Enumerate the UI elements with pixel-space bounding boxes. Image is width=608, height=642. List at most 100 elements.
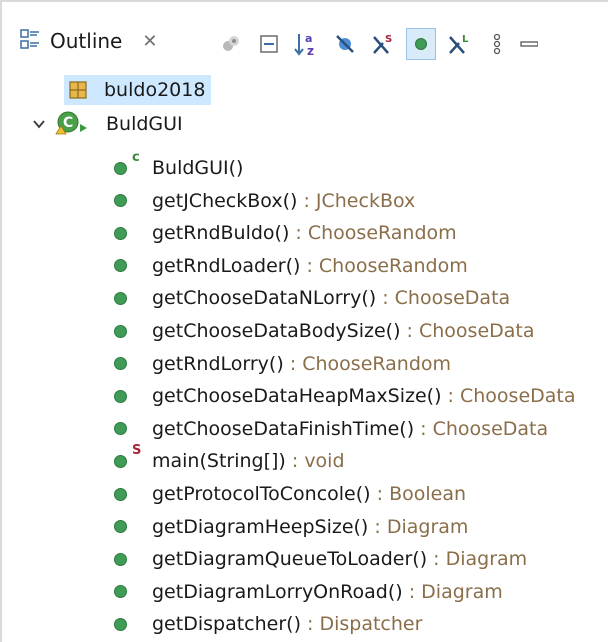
public-method-icon [114,578,152,606]
outline-view-icon [20,28,40,54]
tree-item-method[interactable]: getChooseDataBodySize() : ChooseData [114,317,535,345]
return-type: Boolean [389,483,466,505]
return-type: ChooseData [394,287,511,310]
tree-item-method[interactable]: getChooseDataFinishTime() : ChooseData [114,415,548,443]
tree-item-method[interactable]: getDispatcher() : Dispatcher [114,610,422,638]
view-menu-button[interactable] [482,28,512,60]
return-type: ChooseData [432,417,549,440]
public-method-icon [114,382,152,410]
return-type: ChooseRandom [307,222,457,245]
minimize-button[interactable] [520,28,538,60]
hide-fields-icon [336,35,354,53]
public-method-icon [114,284,152,312]
minimize-icon [520,41,538,47]
method-dot-icon [114,454,127,468]
package-icon [68,80,88,100]
type-separator: : [441,385,460,408]
method-name: getJCheckBox() [152,189,298,212]
tree-item-method[interactable]: getDiagramQueueToLoader() : Diagram [114,545,527,573]
public-method-icon: c [114,150,152,182]
method-name: getProtocolToConcole() [152,483,371,505]
outline-view: Outline ✕ a z S L buldo2018 C BuldGUI c … [0,0,608,642]
method-name: getDiagramLorryOnRoad() [152,580,403,603]
svg-text:L: L [462,34,469,45]
constructor-badge: c [132,150,140,165]
public-method-icon [114,317,152,345]
method-dot-icon [114,520,127,534]
type-separator: : [289,222,308,245]
tree-item-method[interactable]: getDiagramHeepSize() : Diagram [114,513,468,541]
return-type: ChooseData [459,385,576,408]
method-name: getDiagramQueueToLoader() [152,548,428,571]
tree-item-method[interactable]: getDiagramLorryOnRoad() : Diagram [114,578,503,606]
method-name: getDiagramHeepSize() [152,515,369,538]
return-type: Dispatcher [319,613,423,636]
type-separator: : [300,254,319,277]
method-dot-icon [114,194,127,208]
focus-icon [223,36,239,51]
tab-outline[interactable]: Outline ✕ [20,22,157,60]
public-method-icon [114,480,152,508]
type-separator: : [414,417,433,440]
return-type: void [304,450,345,473]
return-type: Diagram [421,580,503,603]
return-type: Diagram [386,515,469,538]
static-badge: S [132,443,142,459]
hide-static-members-button[interactable]: S [368,28,398,60]
public-method-icon [114,610,152,638]
tree-item-method[interactable]: getRndLorry() : ChooseRandom [114,350,451,378]
svg-text:z: z [307,44,314,57]
return-type: Diagram [445,548,528,571]
type-separator: : [283,352,303,375]
hide-non-public-members-button[interactable] [406,28,436,60]
tree-item-method[interactable]: getChooseDataNLorry() : ChooseData [114,284,510,312]
method-dot-icon [114,259,127,273]
public-method-icon [114,252,152,280]
chevron-down-icon[interactable] [32,117,54,131]
method-dot-icon [114,389,127,403]
tree-item-method[interactable]: getProtocolToConcole() : Boolean [114,480,466,508]
return-type: ChooseData [419,320,535,342]
method-name: BuldGUI() [152,157,244,179]
tree-item-method[interactable]: c BuldGUI() [114,150,244,182]
method-dot-icon [114,422,127,436]
method-dot-icon [114,291,127,305]
tree-item-method[interactable]: getJCheckBox() : JCheckBox [114,187,415,215]
tree-item-package[interactable]: buldo2018 [64,75,212,105]
close-icon[interactable]: ✕ [142,31,157,52]
public-method-icon [114,187,152,215]
type-separator: : [300,613,320,636]
public-method-icon [114,513,152,541]
tree-item-method[interactable]: getRndLoader() : ChooseRandom [114,252,468,280]
method-dot-icon [114,357,127,371]
method-name: getRndBuldo() [152,222,290,245]
hide-fields-button[interactable] [330,28,360,60]
method-dot-icon [114,324,127,338]
method-name: getChooseDataNLorry() [152,287,377,310]
tree-item-method[interactable]: getChooseDataHeapMaxSize() : ChooseData [114,382,576,410]
hide-static-icon: S [373,34,392,54]
view-header: Outline ✕ a z S L [2,2,608,60]
hide-local-types-icon: L [449,34,469,54]
tab-title: Outline [50,29,123,53]
public-method-icon [114,219,152,247]
tree-item-class[interactable]: C BuldGUI [32,110,183,138]
sort-button[interactable]: a z [292,28,322,60]
collapse-all-icon [260,35,278,53]
method-name: getRndLoader() [152,254,301,277]
selection-highlight: buldo2018 [64,75,212,105]
public-method-icon [114,350,152,378]
hide-local-types-button[interactable]: L [444,28,474,60]
tree-item-method[interactable]: Smain(String[]) : void [114,443,345,475]
type-separator: : [297,189,316,212]
focus-on-active-task-button[interactable] [216,28,246,60]
collapse-all-button[interactable] [254,28,284,60]
tree-item-method[interactable]: getRndBuldo() : ChooseRandom [114,219,457,247]
method-name: getChooseDataBodySize() [152,320,401,342]
method-dot-icon [114,487,127,501]
method-name: getChooseDataFinishTime() [152,417,415,440]
method-name: getRndLorry() [152,352,284,375]
method-name: getChooseDataHeapMaxSize() [152,385,442,408]
method-dot-icon [114,552,127,566]
public-method-icon: S [114,443,152,475]
